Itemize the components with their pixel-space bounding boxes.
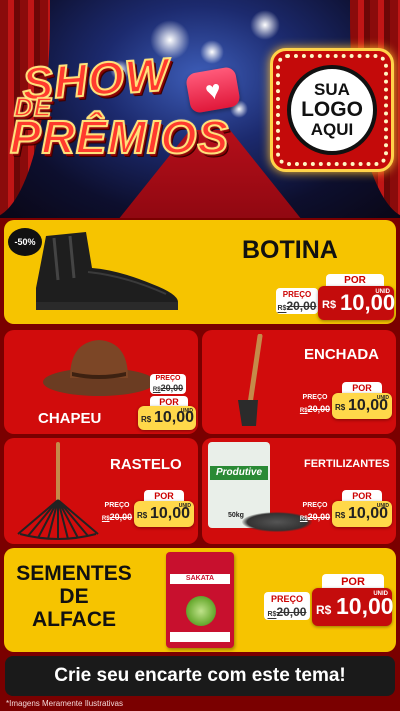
product-card-botina[interactable]: BOTINA PREÇO R$20,00 POR R$ 10,00 UNID bbox=[4, 220, 396, 324]
product-name: SEMENTES DE ALFACE bbox=[12, 562, 136, 631]
disclaimer: *Imagens Meramente Ilustrativas bbox=[6, 699, 123, 708]
discount-badge: -50% bbox=[8, 228, 42, 256]
product-card-sementes[interactable]: SEMENTES DE ALFACE SAKATA PREÇO R$20,00 … bbox=[4, 548, 396, 652]
old-price-value: R$20,00 bbox=[277, 299, 317, 313]
old-price-value: R$20,00 bbox=[299, 404, 331, 414]
price-block: PREÇO R$20,00 POR R$ 10,00 UNID bbox=[298, 382, 394, 432]
bag-brand: Produtive bbox=[210, 466, 268, 480]
new-price: R$ 10,00 UNID bbox=[332, 501, 392, 527]
old-price-tag: PREÇO R$20,00 bbox=[276, 288, 318, 314]
product-name: FERTILIZANTES bbox=[304, 458, 390, 470]
price-block: PREÇO R$20,00 POR R$ 10,00 UNID bbox=[104, 374, 196, 434]
old-price-value: R$20,00 bbox=[101, 512, 133, 522]
new-price: R$ 10,00 UNID bbox=[332, 393, 392, 419]
product-card-enchada[interactable]: ENCHADA PREÇO R$20,00 POR R$ 10,00 UNID bbox=[202, 330, 396, 434]
unit: UNID bbox=[178, 503, 191, 509]
hoe-image bbox=[238, 334, 263, 426]
old-price-tag: PREÇO R$20,00 bbox=[298, 392, 332, 416]
currency: R$ bbox=[322, 299, 337, 311]
price-block: PREÇO R$20,00 POR R$ 10,00 UNID bbox=[274, 274, 395, 324]
product-name: CHAPEU bbox=[38, 410, 102, 427]
old-price-label: PREÇO bbox=[282, 290, 312, 299]
unit: UNID bbox=[376, 503, 389, 509]
unit: UNID bbox=[180, 408, 193, 414]
unit: UNID bbox=[375, 289, 390, 295]
hero-banner: SHOW DE PRÊMIOS ♥ SUA LOGO AQUI bbox=[0, 0, 400, 218]
old-price-label: PREÇO bbox=[302, 502, 328, 509]
old-price-tag: PREÇO R$20,00 bbox=[298, 500, 332, 524]
new-price-value: 10,00 bbox=[336, 593, 394, 619]
product-name-line2: DE bbox=[59, 585, 89, 609]
price-block: PREÇO R$20,00 POR R$ 10,00 UNID bbox=[298, 490, 394, 540]
logo-placeholder[interactable]: SUA LOGO AQUI bbox=[270, 48, 394, 172]
price-block: PREÇO R$20,00 POR R$ 10,00 UNID bbox=[262, 574, 394, 630]
seed-packet-image: SAKATA bbox=[166, 552, 234, 648]
price-block: PREÇO R$20,00 POR R$ 10,00 UNID bbox=[100, 490, 196, 540]
lettuce-icon bbox=[186, 596, 216, 626]
spotlight-sparkle bbox=[250, 10, 280, 40]
new-price: R$ 10,00 UNID bbox=[318, 286, 395, 320]
old-price-label: PREÇO bbox=[104, 502, 130, 509]
bag-weight: 50kg bbox=[228, 512, 244, 519]
old-price-value: R$20,00 bbox=[267, 605, 307, 619]
product-name: BOTINA bbox=[242, 236, 338, 264]
title-premios: PRÊMIOS bbox=[9, 110, 230, 164]
product-card-rastelo[interactable]: RASTELO PREÇO R$20,00 POR R$ 10,00 UNID bbox=[4, 438, 198, 544]
product-name-line1: SEMENTES bbox=[16, 562, 132, 585]
old-price-value: R$20,00 bbox=[152, 383, 184, 393]
old-price-label: PREÇO bbox=[302, 394, 328, 401]
logo-circle: SUA LOGO AQUI bbox=[287, 65, 377, 155]
currency: R$ bbox=[137, 511, 148, 520]
logo-text-1: SUA bbox=[314, 80, 350, 100]
unit: UNID bbox=[373, 591, 388, 597]
new-price: R$ 10,00 UNID bbox=[138, 406, 196, 430]
rake-image bbox=[17, 442, 99, 540]
old-price-tag: PREÇO R$20,00 bbox=[264, 592, 310, 620]
currency: R$ bbox=[141, 415, 152, 424]
currency: R$ bbox=[335, 403, 346, 412]
packet-brand: SAKATA bbox=[170, 574, 230, 584]
new-price: R$ 10,00 UNID bbox=[134, 501, 194, 527]
logo-text-3: AQUI bbox=[310, 120, 354, 140]
product-card-chapeu[interactable]: CHAPEU PREÇO R$20,00 POR R$ 10,00 UNID bbox=[4, 330, 198, 434]
old-price-label: PREÇO bbox=[155, 375, 181, 382]
new-price: R$ 10,00 UNID bbox=[312, 588, 394, 626]
cta-banner[interactable]: Crie seu encarte com este tema! bbox=[5, 656, 395, 696]
product-name-line3: ALFACE bbox=[32, 608, 116, 632]
product-card-fertilizantes[interactable]: Produtive 50kg FERTILIZANTES PREÇO R$20,… bbox=[202, 438, 396, 544]
boot-image bbox=[36, 232, 178, 310]
product-name: ENCHADA bbox=[304, 346, 379, 363]
old-price-value: R$20,00 bbox=[299, 512, 331, 522]
currency: R$ bbox=[316, 603, 332, 617]
logo-text-2: LOGO bbox=[301, 97, 363, 121]
currency: R$ bbox=[335, 511, 346, 520]
packet-label bbox=[170, 632, 230, 642]
old-price-tag: PREÇO R$20,00 bbox=[150, 374, 186, 394]
product-name: RASTELO bbox=[110, 456, 182, 473]
old-price-label: PREÇO bbox=[270, 594, 303, 604]
old-price-tag: PREÇO R$20,00 bbox=[100, 500, 134, 524]
unit: UNID bbox=[376, 395, 389, 401]
